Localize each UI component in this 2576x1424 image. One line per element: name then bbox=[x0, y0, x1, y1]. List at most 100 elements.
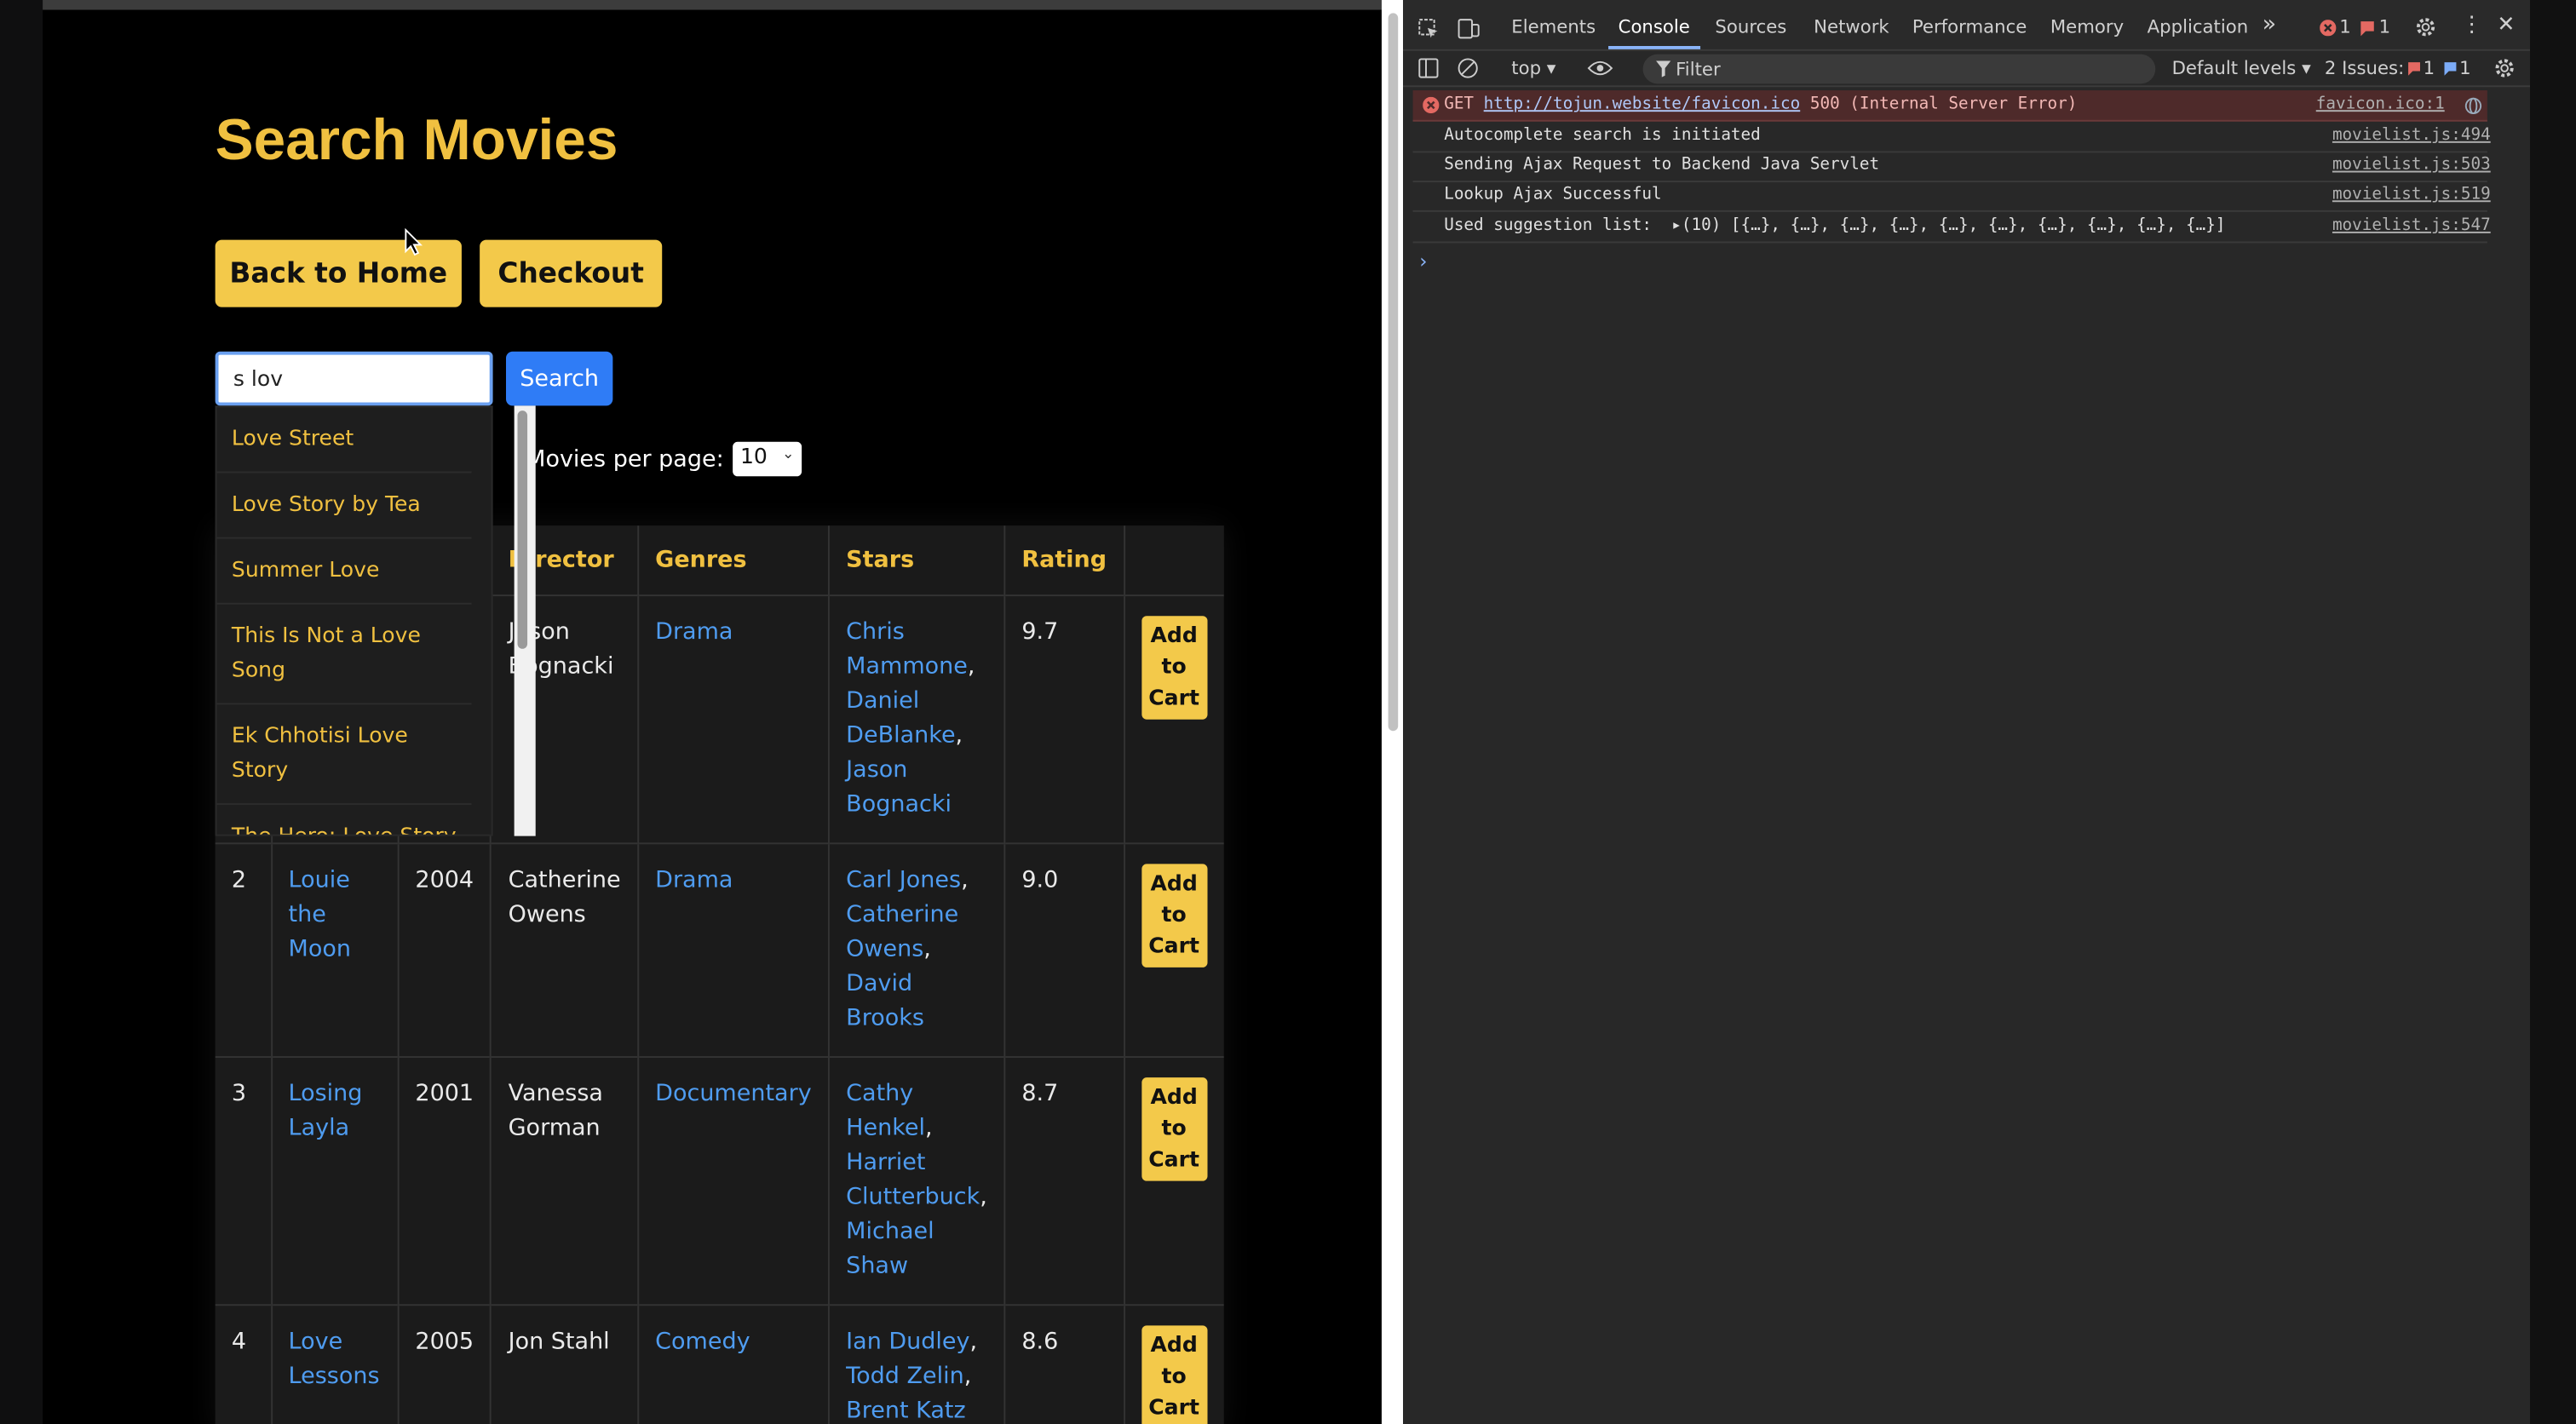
movie-year: 2004 bbox=[398, 841, 492, 1057]
add-to-cart-button[interactable]: Add to Cart bbox=[1141, 1077, 1207, 1180]
issue-info-icon bbox=[2444, 62, 2457, 76]
genre-link[interactable]: Documentary bbox=[655, 1080, 812, 1106]
genre-link[interactable]: Drama bbox=[655, 866, 733, 893]
log-levels-dropdown[interactable]: Default levels ▾ bbox=[2172, 57, 2311, 78]
console-prompt[interactable]: › bbox=[1419, 250, 1427, 273]
autocomplete-item[interactable]: Ek Chhotisi Love Story bbox=[216, 704, 472, 805]
tab-application[interactable]: Application bbox=[2148, 16, 2249, 37]
filter-input[interactable]: Filter bbox=[1642, 54, 2156, 84]
movies-per-page-select[interactable]: 10 ⌄ bbox=[732, 441, 802, 477]
star-link[interactable]: Cathy Henkel bbox=[846, 1080, 925, 1140]
console-settings-icon[interactable] bbox=[2494, 57, 2516, 78]
movie-genre-cell: Comedy bbox=[637, 1303, 830, 1424]
tab-console[interactable]: Console bbox=[1619, 16, 1690, 37]
tab-memory[interactable]: Memory bbox=[2050, 16, 2124, 37]
movie-year: 2005 bbox=[398, 1303, 492, 1424]
network-globe-icon[interactable] bbox=[2464, 97, 2482, 115]
context-selector[interactable]: top ▾ bbox=[1511, 57, 1555, 78]
movie-stars: Ian Dudley, Todd Zelin, Brent Katz bbox=[828, 1303, 1006, 1424]
inspect-element-icon[interactable] bbox=[1417, 18, 1439, 39]
movie-genre-cell: Drama bbox=[637, 594, 830, 843]
table-row: 2 Louie the Moon 2004 Catherine Owens Dr… bbox=[215, 841, 1224, 1057]
table-row: 4 Love Lessons 2005 Jon Stahl Comedy Ian… bbox=[215, 1303, 1224, 1424]
star-link[interactable]: Michael Shaw bbox=[846, 1218, 934, 1278]
movie-director: Jason Bognacki bbox=[491, 594, 639, 843]
genre-link[interactable]: Comedy bbox=[655, 1328, 750, 1354]
issues-error-count[interactable]: 1 bbox=[2424, 57, 2435, 78]
eye-icon[interactable] bbox=[1587, 59, 1613, 77]
warning-count[interactable]: 1 bbox=[2379, 16, 2391, 37]
table-row: 3 Losing Layla 2001 Vanessa Gorman Docum… bbox=[215, 1055, 1224, 1305]
movie-director: Catherine Owens bbox=[491, 841, 639, 1057]
source-link[interactable]: movielist.js:547 bbox=[2332, 217, 2491, 235]
star-link[interactable]: Chris Mammone bbox=[846, 618, 968, 679]
log-text[interactable]: Used suggestion list: ▸(10) [{…}, {…}, {… bbox=[1444, 217, 2225, 235]
genre-link[interactable]: Drama bbox=[655, 618, 733, 645]
add-to-cart-button[interactable]: Add to Cart bbox=[1141, 1324, 1207, 1424]
search-button[interactable]: Search bbox=[505, 351, 613, 406]
clear-console-icon[interactable] bbox=[1458, 57, 1479, 78]
issues-label[interactable]: 2 Issues: bbox=[2325, 57, 2404, 78]
star-link[interactable]: Todd Zelin bbox=[846, 1363, 964, 1389]
add-to-cart-button[interactable]: Add to Cart bbox=[1141, 863, 1207, 967]
cart-cell: Add to Cart bbox=[1124, 594, 1224, 843]
log-text: Sending Ajax Request to Backend Java Ser… bbox=[1444, 156, 1880, 175]
source-link[interactable]: movielist.js:494 bbox=[2332, 126, 2491, 144]
close-icon[interactable]: ✕ bbox=[2497, 13, 2515, 37]
star-link[interactable]: Jason Bognacki bbox=[846, 756, 952, 817]
autocomplete-item[interactable]: Love Story by Tea bbox=[216, 473, 472, 539]
tab-elements[interactable]: Elements bbox=[1511, 16, 1596, 37]
autocomplete-item[interactable]: The Hero: Love Story bbox=[217, 805, 472, 835]
error-count[interactable]: 1 bbox=[2339, 16, 2351, 37]
star-link[interactable]: Ian Dudley bbox=[846, 1328, 969, 1354]
movies-per-page-value: 10 bbox=[739, 445, 768, 470]
star-link[interactable]: Carl Jones bbox=[846, 866, 961, 893]
page-scrollbar-thumb[interactable] bbox=[1388, 13, 1399, 732]
issues-info-count[interactable]: 1 bbox=[2459, 57, 2471, 78]
star-link[interactable]: Harriet Clutterbuck bbox=[846, 1149, 980, 1209]
autocomplete-item[interactable]: Love Street bbox=[216, 407, 472, 474]
active-tab-underline bbox=[1608, 45, 1701, 49]
error-url-link[interactable]: http://tojun.website/favicon.ico bbox=[1484, 95, 1801, 113]
settings-gear-icon[interactable] bbox=[2415, 16, 2436, 37]
add-to-cart-button[interactable]: Add to Cart bbox=[1141, 615, 1207, 719]
star-link[interactable]: David Brooks bbox=[846, 970, 924, 1031]
movie-title-link[interactable]: Love Lessons bbox=[289, 1328, 380, 1388]
autocomplete-scrollbar-thumb[interactable] bbox=[517, 411, 528, 649]
console-log-row: Lookup Ajax Successful movielist.js:519 bbox=[1412, 181, 2491, 212]
autocomplete-item[interactable]: Summer Love bbox=[216, 539, 472, 605]
source-link[interactable]: favicon.ico:1 bbox=[2316, 95, 2445, 113]
more-options-icon[interactable]: ⋮ bbox=[2461, 13, 2482, 37]
devtools-tabbar: Elements Console Sources Network Perform… bbox=[1402, 0, 2530, 51]
search-input[interactable]: s lov bbox=[215, 351, 493, 406]
chevron-down-icon: ⌄ bbox=[782, 446, 795, 463]
source-link[interactable]: movielist.js:519 bbox=[2332, 186, 2491, 204]
autocomplete-item[interactable]: This Is Not a Love Song bbox=[216, 605, 472, 705]
filter-placeholder: Filter bbox=[1676, 59, 1721, 81]
row-number: 3 bbox=[215, 1055, 273, 1305]
source-link[interactable]: movielist.js:503 bbox=[2332, 156, 2491, 174]
back-to-home-button[interactable]: Back to Home bbox=[215, 239, 462, 307]
movie-director: Vanessa Gorman bbox=[491, 1055, 639, 1305]
tab-network[interactable]: Network bbox=[1814, 16, 1889, 37]
header-rating: Rating bbox=[1004, 525, 1125, 595]
header-genres: Genres bbox=[637, 525, 830, 595]
tab-sources[interactable]: Sources bbox=[1715, 16, 1786, 37]
more-tabs-icon[interactable]: » bbox=[2263, 11, 2277, 37]
context-value: top bbox=[1511, 57, 1542, 79]
movie-title-link[interactable]: Losing Layla bbox=[289, 1080, 363, 1140]
console-log-row: Autocomplete search is initiated movieli… bbox=[1412, 122, 2491, 153]
movie-stars: Cathy Henkel, Harriet Clutterbuck, Micha… bbox=[828, 1055, 1006, 1305]
tab-performance[interactable]: Performance bbox=[1912, 16, 2027, 37]
star-link[interactable]: Daniel DeBlanke bbox=[846, 687, 955, 748]
console-toolbar: top ▾ Filter Default levels ▾ 2 Issues: … bbox=[1402, 50, 2530, 88]
movie-title-link[interactable]: Louie the Moon bbox=[289, 866, 351, 962]
sidebar-toggle-icon[interactable] bbox=[1417, 57, 1439, 78]
movie-genre-cell: Drama bbox=[637, 841, 830, 1057]
device-toolbar-icon[interactable] bbox=[1458, 18, 1481, 39]
checkout-button[interactable]: Checkout bbox=[480, 239, 663, 307]
movie-genre-cell: Documentary bbox=[637, 1055, 830, 1305]
devtools-panel: Elements Console Sources Network Perform… bbox=[1402, 0, 2530, 1424]
star-link[interactable]: Catherine Owens bbox=[846, 901, 958, 962]
star-link[interactable]: Brent Katz bbox=[846, 1397, 965, 1423]
